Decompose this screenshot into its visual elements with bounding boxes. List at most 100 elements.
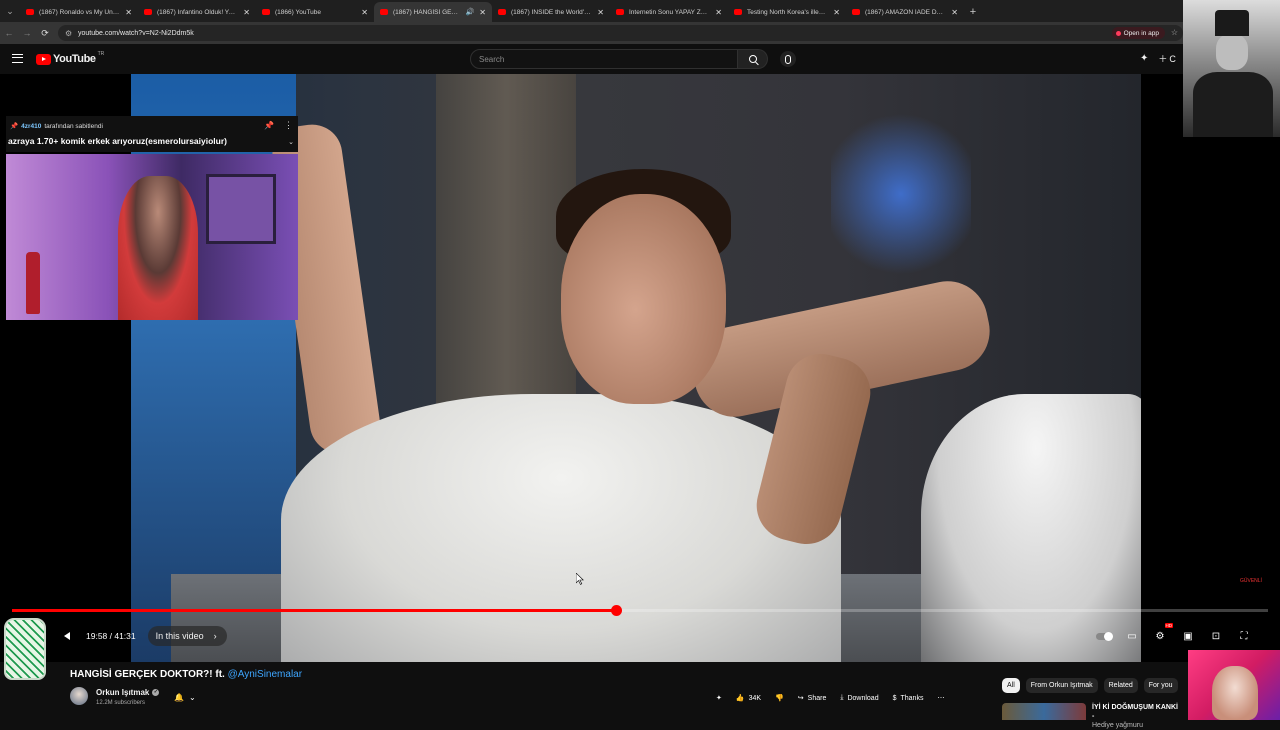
youtube-favicon-icon: [852, 9, 860, 15]
create-button[interactable]: ＋ C: [1158, 52, 1176, 65]
download-label: Download: [847, 694, 879, 702]
close-tab-icon[interactable]: ✕: [243, 8, 250, 17]
recommended-thumbnail[interactable]: [1002, 703, 1086, 720]
search-button[interactable]: [738, 49, 768, 69]
player-controls-right: ▭ ⚙ HD ▣ ⊡ ⛶: [1096, 623, 1252, 643]
chip-all[interactable]: All: [1002, 678, 1020, 693]
search-bar: Search: [470, 49, 768, 69]
tab-title: (1867) AMAZON İADE DEPOSU: [865, 8, 946, 16]
like-count: 34K: [748, 694, 762, 702]
country-code: TR: [97, 51, 105, 57]
time-display: 19:58 / 41:31: [86, 631, 136, 641]
download-icon: ⤓: [840, 694, 844, 701]
settings-gear-icon[interactable]: ⚙ HD: [1152, 623, 1173, 643]
streamer-webcam: [6, 154, 298, 320]
verified-check-icon: ✓: [152, 689, 160, 696]
close-tab-icon[interactable]: ✕: [951, 8, 958, 17]
dislike-button[interactable]: 👎: [772, 689, 787, 707]
video-background-light: [831, 104, 971, 284]
browser-tab[interactable]: (1867) AMAZON İADE DEPOSU ✕: [846, 2, 964, 22]
browser-tab[interactable]: (1866) YouTube ✕: [256, 2, 374, 22]
address-bar[interactable]: ⚙ youtube.com/watch?v=N2-Ni2Ddm5k Open i…: [58, 25, 1183, 41]
more-actions-icon[interactable]: ⋯: [934, 689, 947, 707]
site-info-icon[interactable]: ⚙: [65, 29, 72, 38]
reload-icon[interactable]: ⟳: [36, 28, 54, 39]
channel-mention-link[interactable]: @AyniSinemalar: [228, 669, 302, 680]
video-actions: ✦ 👍 34K 👎 ↪ Share ⤓ Download $ Thanks ⋯: [713, 689, 947, 707]
recommended-subtitle: Hediye yağmuru: [1092, 722, 1143, 729]
tab-title: Testing North Korea's illegal sm: [747, 8, 828, 16]
browser-tab[interactable]: İnternetin Sonu YAPAY ZEKA Ol ✕: [610, 2, 728, 22]
youtube-favicon-icon: [498, 9, 506, 15]
browser-tab[interactable]: (1867) INSIDE the World's Mos ✕: [492, 2, 610, 22]
recommended-title-text: İYİ Kİ DOĞMUŞUM KANKİ -: [1092, 704, 1178, 720]
forward-arrow-icon[interactable]: →: [18, 28, 36, 38]
extension-action-icon[interactable]: ✦: [713, 689, 725, 707]
channel-avatar[interactable]: [70, 687, 88, 705]
recommended-title[interactable]: İYİ Kİ DOĞMUŞUM KANKİ - Hediye yağmuru: [1092, 703, 1182, 730]
close-tab-icon[interactable]: ✕: [361, 8, 368, 17]
browser-tab[interactable]: (1867) Infantino Olduk! Yan Ya ✕: [138, 2, 256, 22]
voice-search-icon[interactable]: [780, 51, 796, 67]
tab-title: (1867) INSIDE the World's Mos: [511, 8, 592, 16]
corner-badge: GÜVENLİ: [1240, 578, 1262, 584]
logo-text: YouTube: [53, 53, 96, 65]
notification-bell-button[interactable]: 🔔 ⌄: [168, 689, 202, 705]
miniplayer-icon[interactable]: ▣: [1180, 629, 1196, 643]
browser-tab[interactable]: Testing North Korea's illegal sm ✕: [728, 2, 846, 22]
youtube-logo[interactable]: YouTube TR: [36, 51, 105, 65]
thanks-button[interactable]: $ Thanks: [890, 689, 927, 707]
chevron-down-icon: ⌄: [188, 692, 196, 702]
portrait-coat: [1193, 72, 1273, 137]
like-button[interactable]: 👍 34K: [733, 689, 764, 707]
audio-playing-icon[interactable]: 🔊: [466, 8, 475, 16]
share-icon: ↪: [797, 695, 804, 702]
close-tab-icon[interactable]: ✕: [715, 8, 722, 17]
create-label: C: [1169, 53, 1176, 64]
pin-icon: 📌: [264, 121, 274, 130]
thanks-icon: $: [892, 694, 897, 702]
close-tab-icon[interactable]: ✕: [125, 8, 132, 17]
video-player[interactable]: 📌 4zr410 tarafından sabitlendi azraya 1.…: [0, 74, 1280, 662]
plus-icon: ＋: [1158, 54, 1168, 64]
chip-from-channel[interactable]: From Orkun Işıtmak: [1025, 678, 1098, 693]
back-arrow-icon[interactable]: ←: [0, 28, 18, 38]
browser-tab[interactable]: (1867) Ronaldo vs My Unbeaten ✕: [20, 2, 138, 22]
chip-for-you[interactable]: For you: [1143, 678, 1178, 693]
tab-title: (1866) YouTube: [275, 8, 322, 16]
overlay-cat-image: [1188, 650, 1280, 720]
share-button[interactable]: ↪ Share: [795, 689, 830, 707]
player-controls-left: 19:58 / 41:31 In this video ›: [60, 626, 227, 646]
tab-search-chevron-icon[interactable]: ⌄: [0, 0, 20, 22]
channel-name[interactable]: Orkun Işıtmak ✓: [96, 688, 160, 697]
url-text: youtube.com/watch?v=N2-Ni2Ddm5k: [78, 29, 194, 37]
extension-icon[interactable]: ✦: [1140, 53, 1148, 64]
youtube-favicon-icon: [734, 9, 742, 15]
youtube-masthead: YouTube TR Search ✦ ＋ C: [0, 44, 1280, 74]
progress-bar[interactable]: [12, 605, 1268, 616]
webcam-bottle: [26, 252, 40, 314]
fullscreen-icon[interactable]: ⛶: [1236, 629, 1252, 643]
subtitles-icon[interactable]: ▭: [1124, 629, 1140, 643]
cast-icon[interactable]: ⊡: [1208, 629, 1224, 643]
video-person-face: [561, 194, 726, 404]
autoplay-toggle[interactable]: [1096, 629, 1113, 643]
tab-title: İnternetin Sonu YAPAY ZEKA Ol: [629, 8, 710, 16]
menu-icon[interactable]: [12, 54, 23, 63]
download-button[interactable]: ⤓ Download: [837, 689, 881, 707]
youtube-favicon-icon: [144, 9, 152, 15]
volume-icon[interactable]: [60, 629, 74, 643]
recommended-video[interactable]: İYİ Kİ DOĞMUŞUM KANKİ - Hediye yağmuru: [1002, 703, 1182, 730]
chapters-button[interactable]: In this video ›: [147, 626, 227, 646]
browser-tab-active[interactable]: (1867) HANGİSİ GERÇEK D... 🔊 ✕: [374, 2, 492, 22]
chip-related[interactable]: Related: [1103, 678, 1138, 693]
browser-toolbar: ← → ⟳ ⚙ youtube.com/watch?v=N2-Ni2Ddm5k …: [0, 22, 1280, 44]
webcam-window-bg: [206, 174, 276, 244]
open-in-app-button[interactable]: Open in app: [1111, 27, 1165, 39]
close-tab-icon[interactable]: ✕: [597, 8, 604, 17]
new-tab-button[interactable]: +: [964, 2, 982, 22]
search-input[interactable]: Search: [470, 49, 739, 69]
close-tab-icon[interactable]: ✕: [479, 8, 486, 17]
bookmark-star-icon[interactable]: ☆: [1171, 28, 1178, 37]
close-tab-icon[interactable]: ✕: [833, 8, 840, 17]
